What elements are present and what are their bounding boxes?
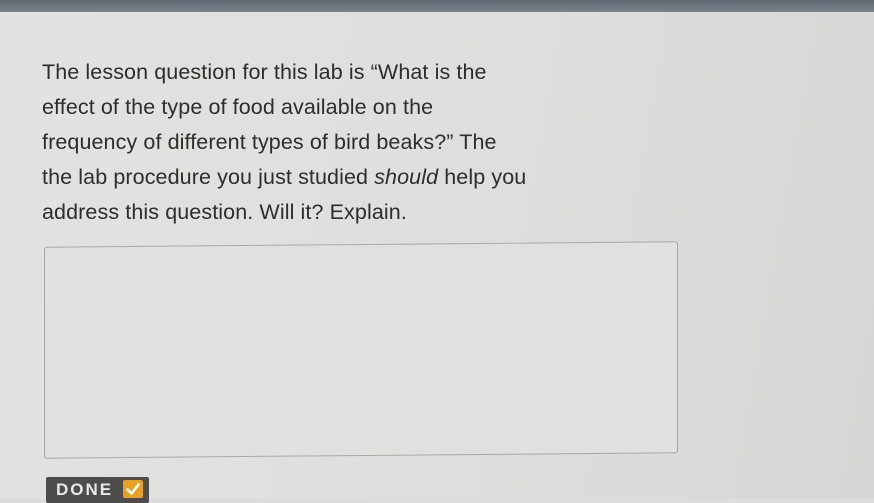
- done-button-label: DONE: [56, 480, 114, 499]
- answer-input[interactable]: [44, 241, 678, 459]
- window-top-bar: [0, 0, 874, 12]
- question-line-5: address this question. Will it? Explain.: [42, 200, 407, 224]
- question-text: The lesson question for this lab is “Wha…: [42, 55, 672, 230]
- done-button[interactable]: DONE: [46, 477, 150, 503]
- question-line-3: frequency of different types of bird bea…: [42, 130, 497, 154]
- check-icon: [123, 480, 144, 498]
- question-line-2: effect of the type of food available on …: [42, 95, 434, 119]
- question-line-4-start: the lab procedure you just studied: [42, 165, 375, 189]
- question-line-4-end: help you: [438, 165, 527, 189]
- question-line-1: The lesson question for this lab is “Wha…: [42, 60, 487, 84]
- question-emphasis: should: [374, 165, 439, 189]
